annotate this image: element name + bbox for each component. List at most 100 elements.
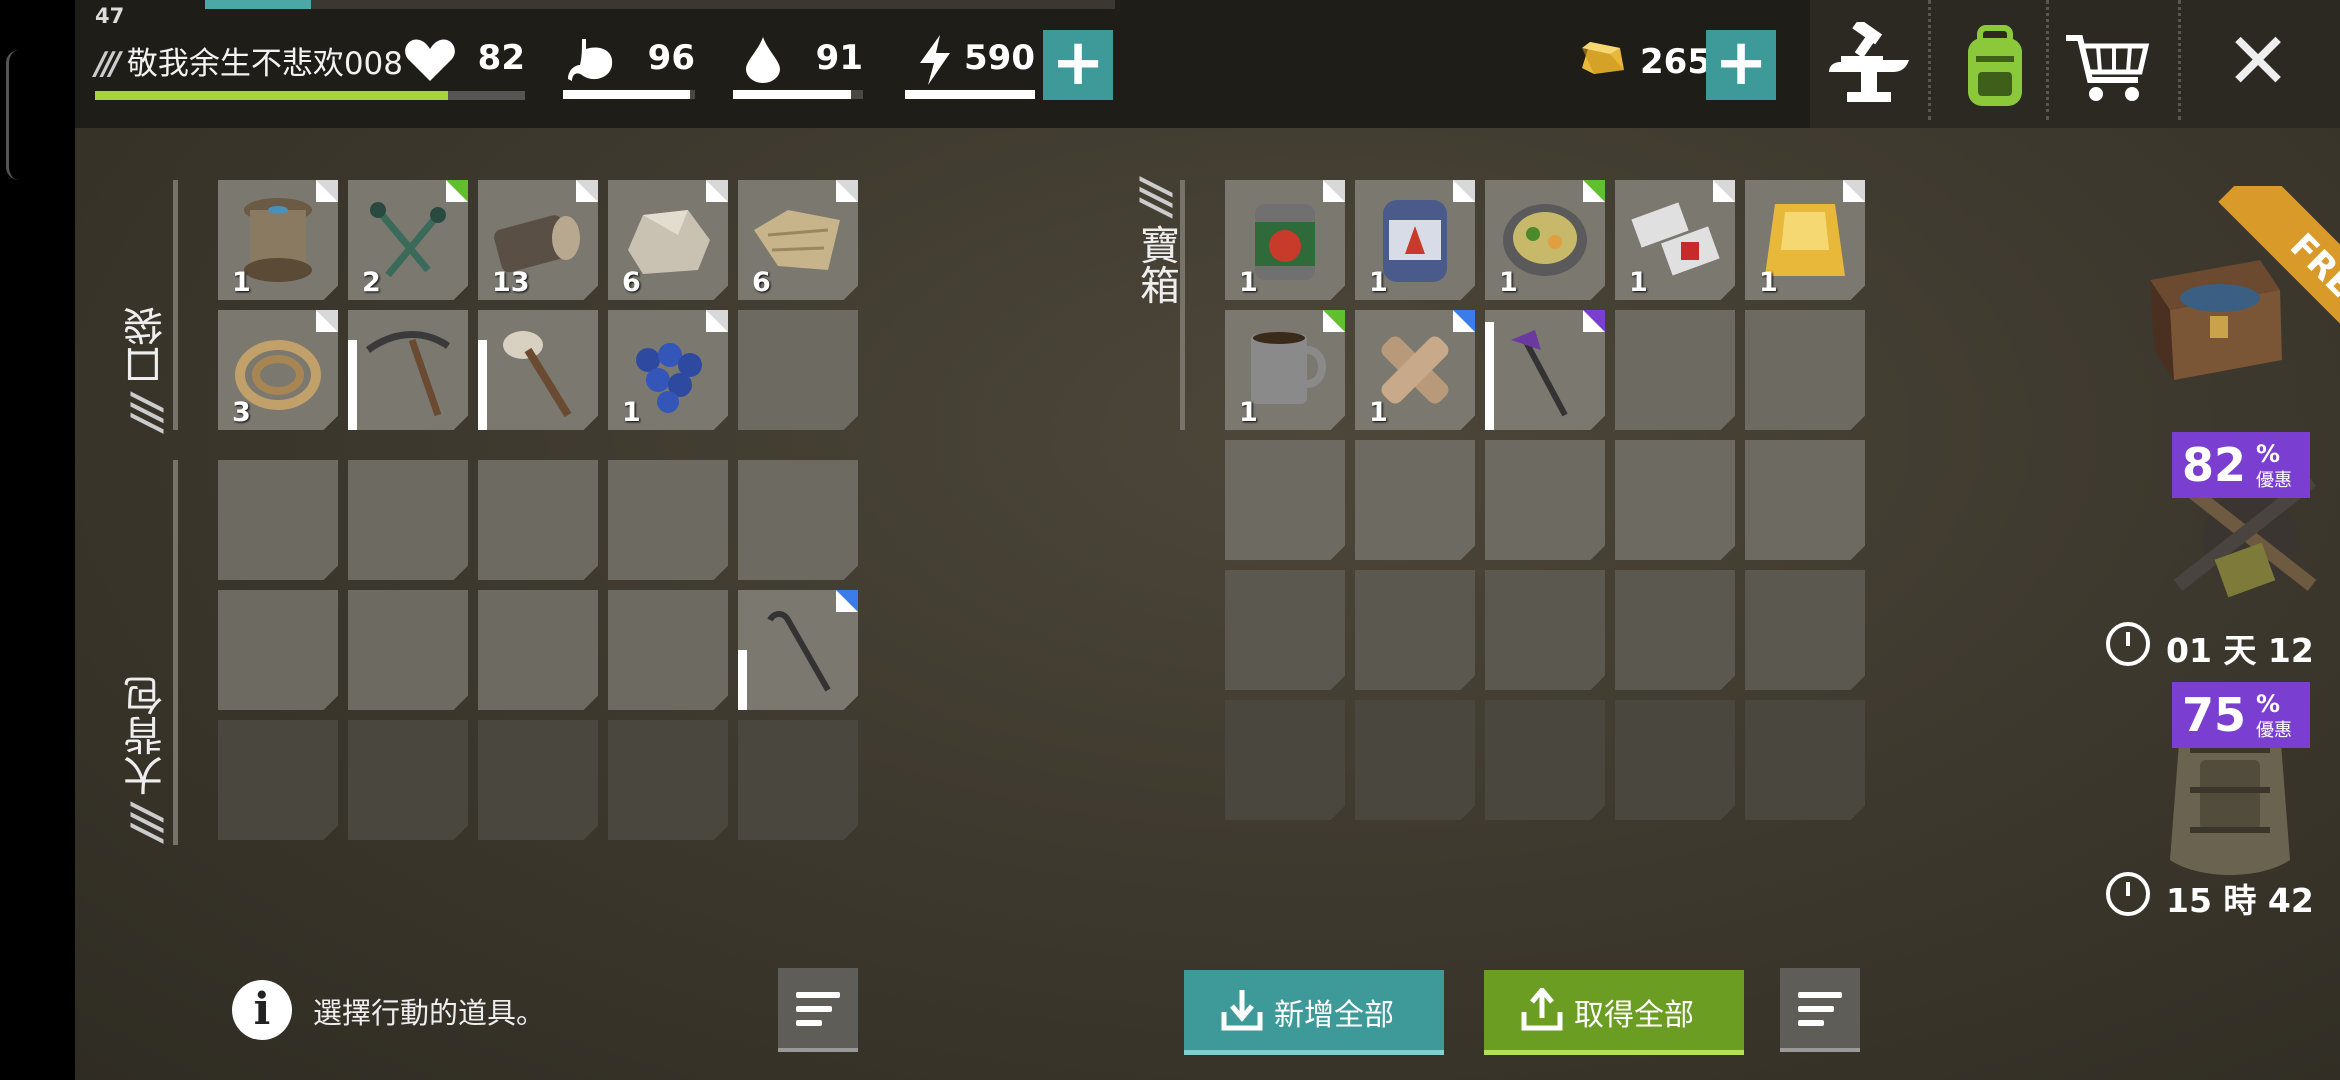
close-icon[interactable]: ✕ [2218,22,2298,102]
empty-slot[interactable] [1615,700,1735,820]
item-slot[interactable]: 2 [348,180,468,300]
empty-slot[interactable] [738,310,858,430]
discount-badge: 82 % 優惠 [2172,432,2310,498]
empty-slot[interactable] [1615,440,1735,560]
item-slot[interactable]: 1 [218,180,338,300]
free-tag: FREE [2218,186,2340,376]
empty-slot[interactable] [1615,310,1735,430]
health-bar-fill [95,91,448,100]
item-slot[interactable]: 1 [1485,180,1605,300]
item-slot[interactable]: 1 [1225,310,1345,430]
empty-slot[interactable] [1615,570,1735,690]
empty-slot[interactable] [1355,440,1475,560]
item-slot[interactable]: 1 [608,310,728,430]
empty-slot[interactable] [1355,570,1475,690]
shopping-cart-icon[interactable] [2062,22,2152,112]
durability-bar [348,340,357,430]
empty-slot[interactable] [478,590,598,710]
empty-slot[interactable] [608,590,728,710]
item-slot[interactable] [1485,310,1605,430]
discount-percent: 75 [2182,688,2247,742]
download-icon [1221,990,1263,1031]
pockets-label-text: 口袋 [124,305,170,386]
item-slot[interactable] [738,590,858,710]
backpack-icon[interactable] [1950,22,2040,112]
xp-bar-fill [205,0,311,9]
sort-pockets-button[interactable] [778,968,858,1052]
item-slot[interactable]: 1 [1355,310,1475,430]
stone-club-icon [503,331,572,418]
stat-food: 96 [563,30,695,99]
stat-value: 91 [815,38,863,78]
pockets-label: /// 口袋 [124,305,170,430]
item-count: 1 [622,397,641,428]
offer-timer: 15 時 42 [2166,881,2314,920]
gold-amount: 265 [1640,42,1711,82]
clock-icon [2106,872,2150,916]
take-all-button[interactable]: 取得全部 [1484,970,1744,1055]
empty-slot[interactable] [1225,440,1345,560]
item-slot[interactable] [348,310,468,430]
item-slot[interactable]: 1 [1615,180,1735,300]
rarity-corner [1713,180,1735,202]
stat-bar-fill [905,90,1035,99]
empty-slot[interactable] [1225,700,1345,820]
discount-label: 優惠 [2256,470,2292,491]
buy-energy-button[interactable]: + [1043,30,1113,100]
info-icon: i [232,980,292,1040]
empty-slot[interactable] [348,460,468,580]
sort-chest-button[interactable] [1780,968,1860,1052]
durability-bar [1485,322,1494,430]
stat-value: 590 [964,38,1035,78]
empty-slot[interactable] [1485,700,1605,820]
empty-slot[interactable] [608,720,728,840]
item-slot[interactable] [478,310,598,430]
stat-bar-fill [563,90,690,99]
add-all-label: 新增全部 [1274,998,1394,1033]
item-count: 1 [232,267,251,298]
empty-slot[interactable] [1485,440,1605,560]
item-slot[interactable]: 13 [478,180,598,300]
pickaxe-icon [365,331,451,417]
empty-slot[interactable] [348,720,468,840]
item-count: 1 [1239,397,1258,428]
empty-slot[interactable] [478,460,598,580]
item-slot[interactable]: 6 [608,180,728,300]
item-slot[interactable]: 3 [218,310,338,430]
empty-slot[interactable] [1745,440,1865,560]
rarity-corner [316,180,338,202]
item-slot[interactable]: 1 [1225,180,1345,300]
item-count: 3 [232,397,251,428]
chest-label: /// 寶箱 [1133,180,1179,305]
empty-slot[interactable] [218,720,338,840]
empty-slot[interactable] [1225,570,1345,690]
empty-slot[interactable] [478,720,598,840]
stat-health: 82 [400,30,525,90]
rarity-corner [576,180,598,202]
pockets-divider [173,180,178,430]
empty-slot[interactable] [738,460,858,580]
empty-slot[interactable] [348,590,468,710]
discount-percent: 82 [2182,438,2247,492]
anvil-craft-icon[interactable] [1823,18,1913,112]
item-slot[interactable]: 1 [1745,180,1865,300]
empty-slot[interactable] [218,590,338,710]
rarity-corner [446,180,468,202]
empty-slot[interactable] [738,720,858,840]
item-slot[interactable]: 1 [1355,180,1475,300]
add-all-button[interactable]: 新增全部 [1184,970,1444,1055]
buy-gold-button[interactable]: + [1706,30,1776,100]
empty-slot[interactable] [1355,700,1475,820]
item-count: 1 [1369,267,1388,298]
rarity-corner [1453,180,1475,202]
item-slot[interactable]: 6 [738,180,858,300]
empty-slot[interactable] [608,460,728,580]
stat-bar [563,90,695,99]
empty-slot[interactable] [1745,310,1865,430]
empty-slot[interactable] [1745,570,1865,690]
water-drop-icon [733,30,793,90]
item-count: 1 [1369,397,1388,428]
empty-slot[interactable] [1745,700,1865,820]
empty-slot[interactable] [218,460,338,580]
empty-slot[interactable] [1485,570,1605,690]
